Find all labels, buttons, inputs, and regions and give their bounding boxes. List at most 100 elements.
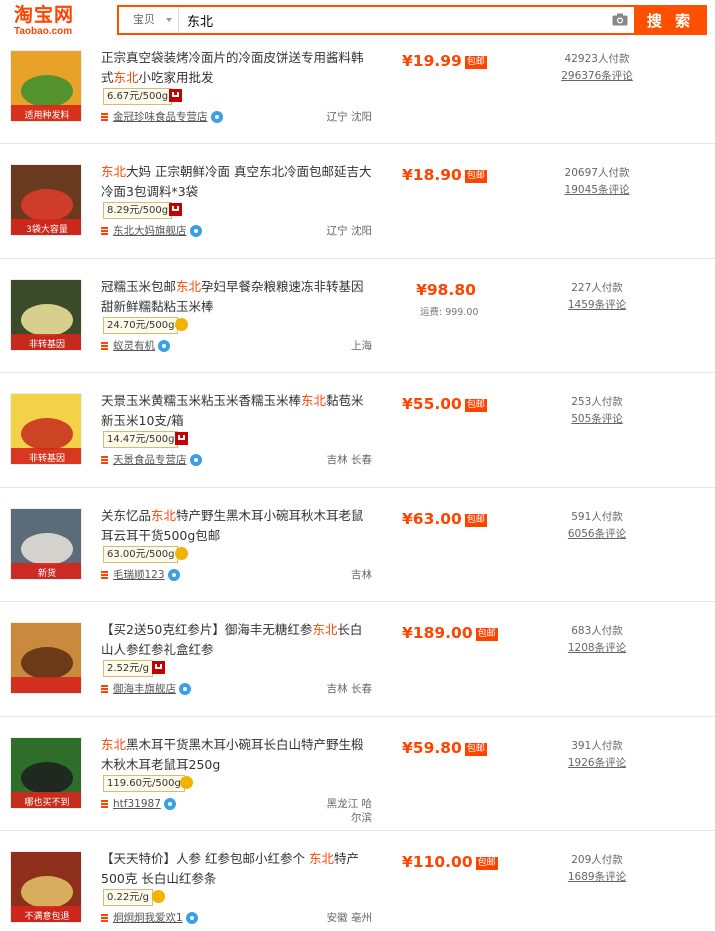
product-photo [11, 623, 81, 693]
comments-link[interactable]: 505条评论 [555, 411, 639, 427]
product-price: ¥18.90 [402, 166, 462, 184]
product-image-caption: 新货 [38, 567, 56, 579]
product-row[interactable]: 不满意包退 【天天特价】人参 红参包邮小红参个 东北特产500克 长白山红参条 … [0, 831, 715, 931]
search-input[interactable] [181, 7, 601, 33]
product-title[interactable]: 【天天特价】人参 红参包邮小红参个 东北特产500克 长白山红参条 [101, 849, 373, 889]
tmall-icon [169, 203, 182, 216]
free-shipping-badge: 包邮 [464, 742, 487, 756]
wangwang-chat-icon[interactable] [189, 454, 202, 466]
wangwang-chat-icon[interactable] [189, 225, 202, 237]
taobao-logo[interactable]: 淘宝网 Taobao.com [14, 4, 94, 38]
shop-info: 东北大妈旗舰店 [101, 224, 202, 238]
shop-link[interactable]: 毛瑞顺123 [113, 569, 165, 581]
product-photo: 不满意包退 [11, 852, 81, 922]
product-row[interactable]: 适用种发料 正宗真空袋装烤冷面片的冷面皮饼送专用酱料韩式东北小吃家用批发 6.6… [0, 42, 715, 144]
shop-list-icon [101, 914, 108, 922]
shop-link[interactable]: 金冠珍味食品专营店 [113, 111, 208, 123]
shop-link[interactable]: 蚁灵有机 [113, 340, 155, 352]
product-row[interactable]: 哪也买不到 东北黑木耳干货黑木耳小碗耳长白山特产野生椴木秋木耳老鼠耳250g 1… [0, 717, 715, 831]
search-type-label: 宝贝 [133, 13, 155, 26]
product-row[interactable]: 【买2送50克红参片】御海丰无糖红参东北长白山人参红参礼盒红参 2.52元/g … [0, 602, 715, 717]
product-title[interactable]: 冠糯玉米包邮东北孕妇早餐杂粮粮速冻非转基因甜新鲜糯黏粘玉米棒 [101, 277, 373, 317]
shop-location: 辽宁 沈阳 [326, 111, 372, 123]
product-image[interactable]: 不满意包退 [10, 851, 82, 923]
product-title[interactable]: 东北黑木耳干货黑木耳小碗耳长白山特产野生椴木秋木耳老鼠耳250g [101, 735, 373, 775]
product-image[interactable]: 新货 [10, 507, 82, 580]
price-block: ¥110.00 包邮 [402, 852, 498, 872]
shop-link[interactable]: htf31987 [113, 798, 161, 810]
product-price: ¥189.00 [402, 624, 473, 642]
logo-text-en: Taobao.com [14, 26, 73, 37]
unit-price-tag: 24.70元/500g [103, 316, 179, 334]
sales-count: 227人付款 [571, 281, 623, 294]
product-title[interactable]: 【买2送50克红参片】御海丰无糖红参东北长白山人参红参礼盒红参 [101, 620, 373, 660]
price-block: ¥18.90 包邮 [402, 165, 494, 185]
wangwang-chat-icon[interactable] [210, 111, 223, 123]
product-title[interactable]: 天景玉米黄糯玉米粘玉米香糯玉米棒东北黏苞米新玉米10支/箱 [101, 391, 373, 431]
search-button[interactable]: 搜 索 [634, 5, 707, 35]
comments-link[interactable]: 19045条评论 [555, 182, 639, 198]
product-price: ¥19.99 [402, 52, 462, 70]
shop-location: 吉林 [351, 568, 372, 581]
shop-info: htf31987 [101, 797, 176, 811]
comments-link[interactable]: 1459条评论 [555, 297, 639, 313]
wangwang-chat-icon[interactable] [163, 797, 176, 810]
product-row[interactable]: 新货 关东忆品东北特产野生黑木耳小碗耳秋木耳老鼠耳云耳干货500g包邮 63.0… [0, 488, 715, 602]
sales-count: 209人付款 [571, 854, 623, 866]
price-block: ¥189.00 包邮 [402, 623, 498, 643]
product-row[interactable]: 非转基因 天景玉米黄糯玉米粘玉米香糯玉米棒东北黏苞米新玉米10支/箱 14.47… [0, 373, 715, 488]
comments-link[interactable]: 1208条评论 [555, 640, 639, 656]
comments-link[interactable]: 1689条评论 [555, 869, 639, 885]
wangwang-chat-icon[interactable] [167, 568, 180, 581]
product-image-caption: 不满意包退 [24, 910, 69, 922]
unit-price-tag: 2.52元/g [103, 660, 153, 677]
title-prefix: 【买2送50克红参片】御海丰无糖红参 [101, 622, 313, 637]
product-title[interactable]: 正宗真空袋装烤冷面片的冷面皮饼送专用酱料韩式东北小吃家用批发 [101, 48, 373, 88]
shop-link[interactable]: 东北大妈旗舰店 [113, 225, 187, 237]
product-image[interactable]: 哪也买不到 [10, 736, 82, 809]
shop-list-icon [101, 341, 108, 350]
product-image[interactable]: 适用种发料 [10, 50, 82, 122]
tmall-icon [175, 432, 188, 445]
product-image[interactable]: 非转基因 [10, 278, 82, 351]
shop-link[interactable]: 天景食品专营店 [113, 454, 187, 466]
sales-count: 42923人付款 [564, 53, 630, 65]
wangwang-chat-icon[interactable] [185, 912, 198, 924]
price-block: ¥98.80 [402, 280, 490, 300]
product-image[interactable]: 非转基因 [10, 393, 82, 465]
title-prefix: 关东忆品 [101, 507, 152, 523]
product-title[interactable]: 关东忆品东北特产野生黑木耳小碗耳秋木耳老鼠耳云耳干货500g包邮 [101, 506, 373, 546]
title-highlight: 东北 [176, 278, 202, 294]
shop-link[interactable]: 御海丰旗舰店 [113, 683, 176, 695]
product-image[interactable]: 3袋大容量 [10, 164, 82, 236]
shop-info: 蚁灵有机 [101, 339, 170, 353]
shop-list-icon [101, 227, 108, 235]
product-title[interactable]: 东北大妈 正宗朝鲜冷面 真空东北冷面包邮延吉大冷面3包调料*3袋 [101, 162, 373, 202]
product-image-caption: 哪也买不到 [24, 796, 69, 808]
product-price: ¥55.00 [402, 395, 462, 413]
wangwang-chat-icon[interactable] [158, 339, 170, 352]
comments-link[interactable]: 296376条评论 [555, 68, 639, 84]
search-type-select[interactable]: 宝贝 [119, 7, 179, 33]
product-row[interactable]: 非转基因 冠糯玉米包邮东北孕妇早餐杂粮粮速冻非转基因甜新鲜糯黏粘玉米棒 24.7… [0, 259, 715, 373]
camera-icon[interactable] [612, 13, 628, 26]
gold-crown-icon [175, 546, 188, 560]
product-image-caption: 适用种发料 [24, 109, 69, 121]
product-row[interactable]: 3袋大容量 东北大妈 正宗朝鲜冷面 真空东北冷面包邮延吉大冷面3包调料*3袋 8… [0, 144, 715, 259]
free-shipping-badge: 包邮 [464, 170, 487, 183]
title-highlight: 东北 [301, 393, 327, 408]
product-image[interactable] [10, 622, 82, 694]
wangwang-chat-icon[interactable] [179, 683, 191, 695]
comments-link[interactable]: 1926条评论 [555, 755, 639, 771]
title-highlight: 东北 [308, 851, 334, 866]
title-prefix: 冠糯玉米包邮 [101, 278, 177, 294]
sales-count: 20697人付款 [564, 167, 630, 179]
chevron-down-icon [166, 18, 172, 22]
sales-count: 391人付款 [571, 739, 623, 752]
gold-crown-icon [175, 317, 188, 331]
comments-link[interactable]: 6056条评论 [555, 526, 639, 542]
shop-link[interactable]: 炯炯炯我爱欢1 [113, 912, 183, 924]
shop-list-icon [101, 799, 108, 808]
shop-list-icon [101, 570, 108, 579]
title-highlight: 东北 [151, 507, 177, 523]
